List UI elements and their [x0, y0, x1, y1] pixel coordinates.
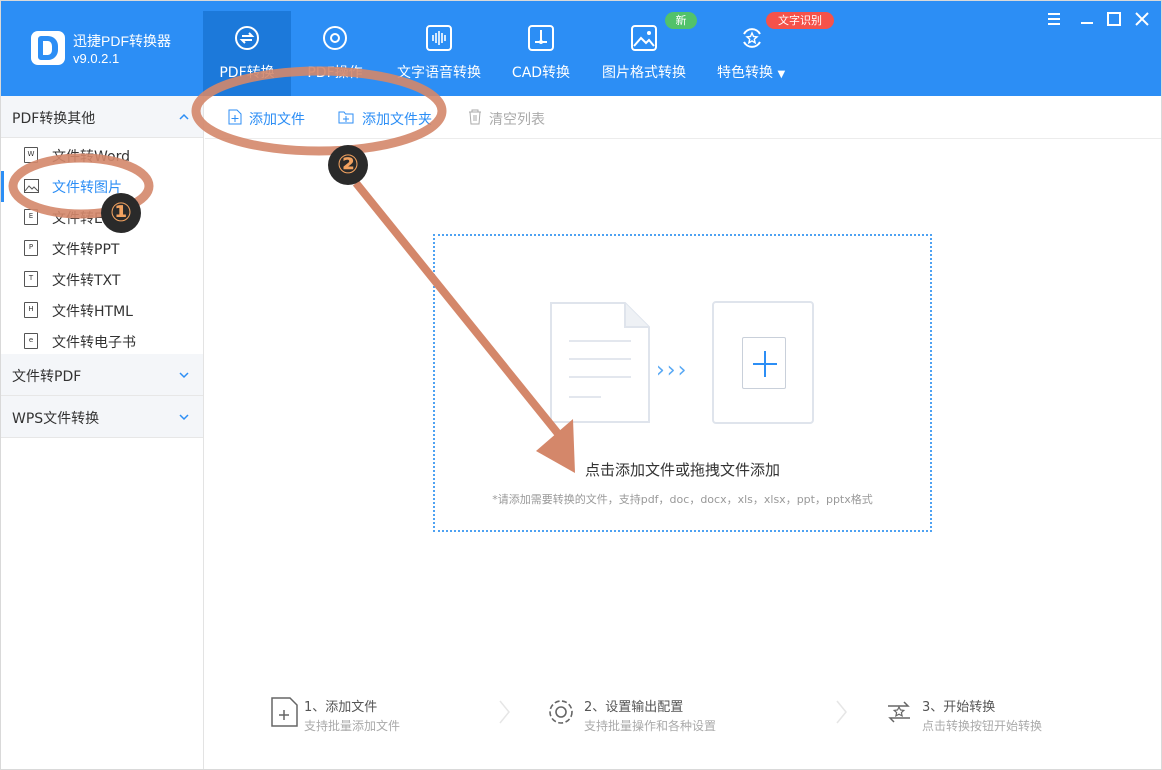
chevron-up-icon: [179, 113, 189, 120]
sidebar-item-to-txt[interactable]: T 文件转TXT: [1, 264, 203, 295]
tab-label: 图片格式转换: [602, 65, 686, 81]
sidebar-item-to-html[interactable]: H 文件转HTML: [1, 295, 203, 326]
add-file-icon: [228, 109, 242, 125]
tab-text-speech[interactable]: 文字语音转换: [389, 11, 489, 96]
new-badge: 新: [665, 12, 697, 29]
app-logo-icon: [31, 31, 65, 65]
item-label: 文件转TXT: [52, 273, 121, 289]
image-icon: [631, 25, 657, 51]
excel-file-icon: E: [24, 209, 38, 225]
ocr-badge: 文字识别: [766, 12, 834, 29]
header-bar: 迅捷PDF转换器 v9.0.2.1 PDF转换 PDF操作 文字语音转换 CAD…: [1, 1, 1161, 96]
gear-icon: [549, 700, 573, 724]
group-label: 文件转PDF: [12, 369, 82, 385]
step-title: 2、设置输出配置: [584, 700, 684, 715]
txt-file-icon: T: [24, 271, 38, 287]
group-label: WPS文件转换: [12, 411, 100, 427]
tab-pdf-convert[interactable]: PDF转换: [203, 11, 291, 96]
drop-zone-hint: *请添加需要转换的文件，支持pdf，doc，docx，xls，xlsx，ppt，…: [492, 493, 873, 506]
step-title: 1、添加文件: [304, 700, 378, 715]
sidebar-item-to-word[interactable]: W 文件转Word: [1, 140, 203, 171]
menu-icon[interactable]: [1046, 11, 1062, 27]
ppt-file-icon: P: [24, 240, 38, 256]
item-label: 文件转PPT: [52, 242, 120, 258]
chevron-right-icon: [836, 700, 847, 724]
group-label: PDF转换其他: [12, 111, 96, 127]
annotation-number-2: ②: [328, 145, 368, 185]
item-label: 文件转电子书: [52, 335, 136, 351]
tab-pdf-operate[interactable]: PDF操作: [291, 11, 379, 96]
sidebar-item-to-ppt[interactable]: P 文件转PPT: [1, 233, 203, 264]
word-file-icon: W: [24, 147, 38, 163]
clear-list-label: 清空列表: [489, 112, 545, 128]
add-file-icon: [271, 697, 298, 727]
add-file-placeholder-icon[interactable]: [712, 301, 814, 424]
toolbar: 添加文件 添加文件夹 清空列表: [205, 96, 1161, 139]
app-name: 迅捷PDF转换器: [73, 33, 171, 49]
add-folder-icon: [338, 111, 354, 124]
tab-label: 文字语音转换: [397, 65, 481, 81]
chevron-down-icon: [179, 414, 189, 421]
selection-indicator: [1, 171, 4, 202]
step-title: 3、开始转换: [922, 700, 996, 715]
chevron-right-arrows-icon: ›››: [656, 358, 689, 383]
file-drop-zone[interactable]: [433, 234, 932, 532]
ebook-file-icon: e: [24, 333, 38, 349]
trash-icon: [469, 109, 481, 125]
tab-label: PDF转换: [219, 65, 275, 81]
sidebar-item-to-image[interactable]: 文件转图片: [1, 171, 203, 202]
image-file-icon: [24, 179, 39, 193]
sidebar-item-to-ebook[interactable]: e 文件转电子书: [1, 326, 203, 357]
annotation-number-1: ①: [101, 193, 141, 233]
item-label: 文件转HTML: [52, 304, 133, 320]
step-desc: 支持批量操作和各种设置: [584, 719, 717, 733]
app-window: 迅捷PDF转换器 v9.0.2.1 PDF转换 PDF操作 文字语音转换 CAD…: [0, 0, 1162, 770]
app-version: v9.0.2.1: [73, 51, 120, 66]
dropdown-arrow-icon: ▼: [777, 69, 786, 80]
minimize-icon[interactable]: [1079, 11, 1095, 27]
add-folder-label: 添加文件夹: [362, 112, 432, 128]
maximize-icon[interactable]: [1106, 11, 1122, 27]
sidebar-group-to-pdf[interactable]: 文件转PDF: [1, 354, 203, 396]
html-file-icon: H: [24, 302, 38, 318]
drop-zone-title: 点击添加文件或拖拽文件添加: [584, 461, 780, 479]
sidebar: PDF转换其他 W 文件转Word 文件转图片 E 文件转Excel P 文件转PPT…: [1, 96, 204, 769]
chevron-right-icon: [499, 700, 510, 724]
audio-wave-icon: [426, 25, 452, 51]
step-desc: 点击转换按钮开始转换: [922, 719, 1043, 733]
convert-icon: [235, 26, 259, 50]
tab-cad[interactable]: CAD转换: [501, 11, 581, 96]
cad-icon: [528, 25, 554, 51]
plus-icon: [742, 337, 786, 389]
item-label: 文件转Word: [52, 149, 130, 165]
tab-label: 特色转换 ▼: [717, 65, 786, 81]
step-desc: 支持批量添加文件: [304, 719, 401, 733]
close-icon[interactable]: [1134, 11, 1150, 27]
chevron-down-icon: [179, 372, 189, 379]
sidebar-group-wps[interactable]: WPS文件转换: [1, 396, 203, 438]
gear-icon: [323, 26, 347, 50]
add-file-label: 添加文件: [249, 112, 305, 128]
tab-label: PDF操作: [307, 65, 363, 81]
sidebar-group-pdf-other[interactable]: PDF转换其他: [1, 96, 203, 138]
star-convert-icon: [743, 28, 761, 48]
star-convert-icon: [888, 701, 910, 723]
document-icon: [550, 302, 650, 423]
tab-label: CAD转换: [511, 65, 571, 81]
